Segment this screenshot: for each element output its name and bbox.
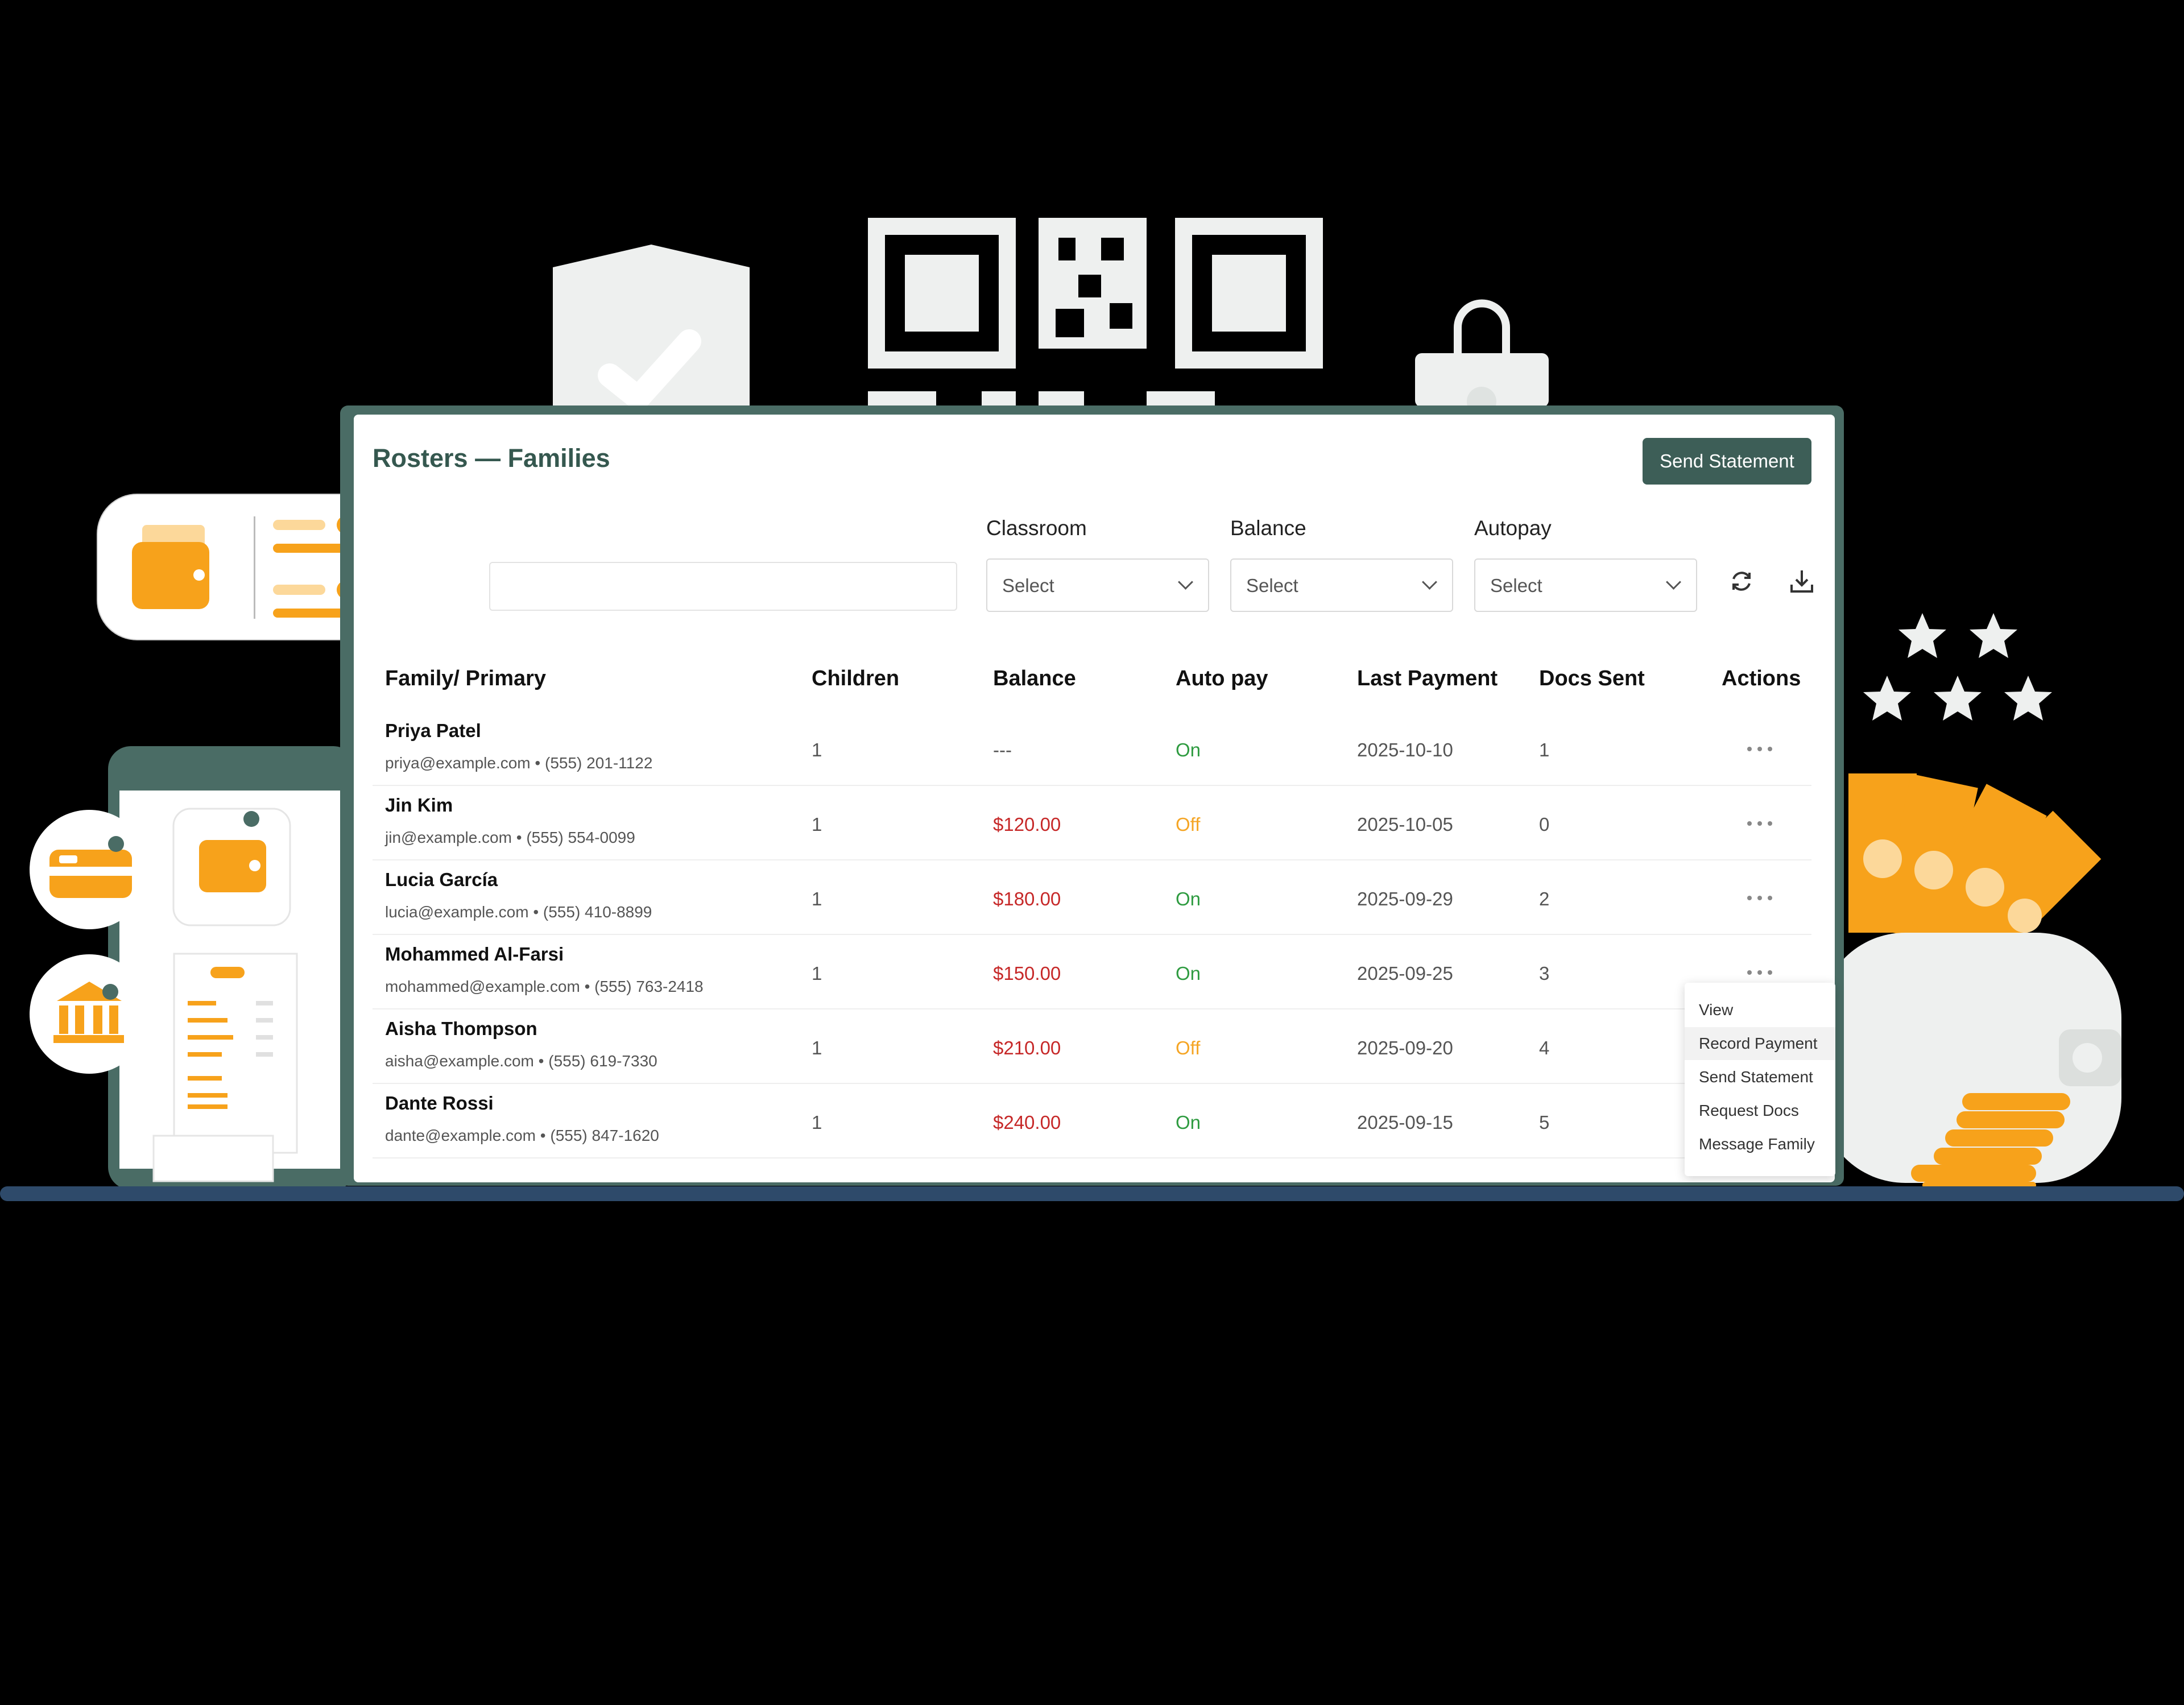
children-count: 1	[812, 739, 822, 760]
more-horizontal-icon[interactable]	[1747, 745, 1772, 753]
page-title: Rosters — Families	[373, 444, 610, 473]
column-header-autopay[interactable]: Auto pay	[1176, 667, 1268, 691]
ground-line	[0, 1186, 2184, 1201]
family-contact: lucia@example.com • (555) 410-8899	[385, 903, 652, 921]
credit-card-icon	[30, 810, 149, 929]
more-horizontal-icon[interactable]	[1747, 820, 1772, 827]
search-input[interactable]	[489, 562, 957, 611]
docs-sent-count: 2	[1539, 888, 1550, 909]
bank-icon	[30, 954, 149, 1074]
balance-value: ---	[993, 739, 1012, 760]
column-header-last-payment[interactable]: Last Payment	[1357, 667, 1498, 691]
family-contact: mohammed@example.com • (555) 763-2418	[385, 978, 704, 995]
balance-value: $210.00	[993, 1037, 1061, 1058]
rating-stars-illustration	[1863, 613, 2052, 721]
family-contact: priya@example.com • (555) 201-1122	[385, 754, 653, 772]
autopay-status: Off	[1176, 814, 1201, 835]
row-divider	[373, 1083, 1811, 1084]
children-count: 1	[812, 1112, 822, 1133]
last-payment-date: 2025-09-25	[1357, 963, 1453, 984]
classroom-filter-label: Classroom	[986, 516, 1087, 540]
autopay-status: On	[1176, 963, 1201, 984]
last-payment-date: 2025-10-05	[1357, 814, 1453, 835]
balance-filter-label: Balance	[1230, 516, 1306, 540]
autopay-select[interactable]: Select	[1474, 558, 1697, 612]
menu-item-message-family[interactable]: Message Family	[1699, 1135, 1815, 1153]
balance-select[interactable]: Select	[1230, 558, 1453, 612]
docs-sent-count: 5	[1539, 1112, 1550, 1133]
family-contact: dante@example.com • (555) 847-1620	[385, 1127, 659, 1144]
row-actions-menu: View Record Payment Send Statement Reque…	[1685, 983, 1835, 1176]
balance-select-value: Select	[1246, 575, 1298, 596]
column-header-balance[interactable]: Balance	[993, 667, 1076, 691]
family-contact: jin@example.com • (555) 554-0099	[385, 829, 635, 846]
autopay-status: Off	[1176, 1037, 1201, 1058]
column-header-docs-sent[interactable]: Docs Sent	[1539, 667, 1645, 691]
row-divider	[373, 1157, 1811, 1158]
last-payment-date: 2025-10-10	[1357, 739, 1453, 760]
menu-item-request-docs[interactable]: Request Docs	[1699, 1102, 1799, 1120]
family-contact: aisha@example.com • (555) 619-7330	[385, 1052, 657, 1070]
last-payment-date: 2025-09-29	[1357, 888, 1453, 909]
balance-value: $240.00	[993, 1112, 1061, 1133]
last-payment-date: 2025-09-15	[1357, 1112, 1453, 1133]
chevron-down-icon	[1666, 574, 1681, 590]
menu-item-record-payment[interactable]: Record Payment	[1699, 1034, 1818, 1053]
children-count: 1	[812, 1037, 822, 1058]
menu-item-view[interactable]: View	[1699, 1001, 1733, 1019]
chevron-down-icon	[1422, 574, 1437, 590]
children-count: 1	[812, 814, 822, 835]
money-wallet-illustration	[1820, 773, 2121, 1189]
more-horizontal-icon[interactable]	[1747, 894, 1772, 902]
row-divider	[373, 1008, 1811, 1009]
autopay-status: On	[1176, 888, 1201, 909]
family-name[interactable]: Mohammed Al-Farsi	[385, 943, 564, 965]
family-name[interactable]: Lucia García	[385, 869, 498, 891]
classroom-select-value: Select	[1002, 575, 1054, 596]
chevron-down-icon	[1178, 574, 1193, 590]
shield-check-illustration	[553, 245, 750, 415]
column-header-children[interactable]: Children	[812, 667, 899, 691]
padlock-illustration	[1415, 299, 1549, 407]
family-name[interactable]: Dante Rossi	[385, 1092, 494, 1114]
balance-value: $120.00	[993, 814, 1061, 835]
children-count: 1	[812, 888, 822, 909]
family-name[interactable]: Priya Patel	[385, 720, 481, 742]
download-icon	[1790, 570, 1813, 593]
refresh-icon	[1732, 572, 1751, 591]
qr-code-illustration	[868, 218, 1323, 405]
family-name[interactable]: Jin Kim	[385, 794, 453, 816]
row-divider	[373, 785, 1811, 786]
balance-value: $150.00	[993, 963, 1061, 984]
family-name[interactable]: Aisha Thompson	[385, 1018, 537, 1040]
classroom-select[interactable]: Select	[986, 558, 1209, 612]
children-count: 1	[812, 963, 822, 984]
autopay-status: On	[1176, 1112, 1201, 1133]
column-header-family[interactable]: Family/ Primary	[385, 667, 546, 691]
refresh-button[interactable]	[1723, 563, 1760, 599]
autopay-filter-label: Autopay	[1474, 516, 1552, 540]
docs-sent-count: 3	[1539, 963, 1550, 984]
send-statement-button[interactable]: Send Statement	[1643, 438, 1811, 485]
autopay-status: On	[1176, 739, 1201, 760]
autopay-select-value: Select	[1490, 575, 1542, 596]
menu-item-send-statement[interactable]: Send Statement	[1699, 1068, 1813, 1086]
docs-sent-count: 4	[1539, 1037, 1550, 1058]
more-horizontal-icon[interactable]	[1747, 969, 1772, 976]
balance-value: $180.00	[993, 888, 1061, 909]
row-divider	[373, 859, 1811, 860]
docs-sent-count: 0	[1539, 814, 1550, 835]
row-divider	[373, 934, 1811, 935]
docs-sent-count: 1	[1539, 739, 1550, 760]
column-header-actions: Actions	[1722, 667, 1801, 690]
download-button[interactable]	[1784, 563, 1820, 599]
last-payment-date: 2025-09-20	[1357, 1037, 1453, 1058]
